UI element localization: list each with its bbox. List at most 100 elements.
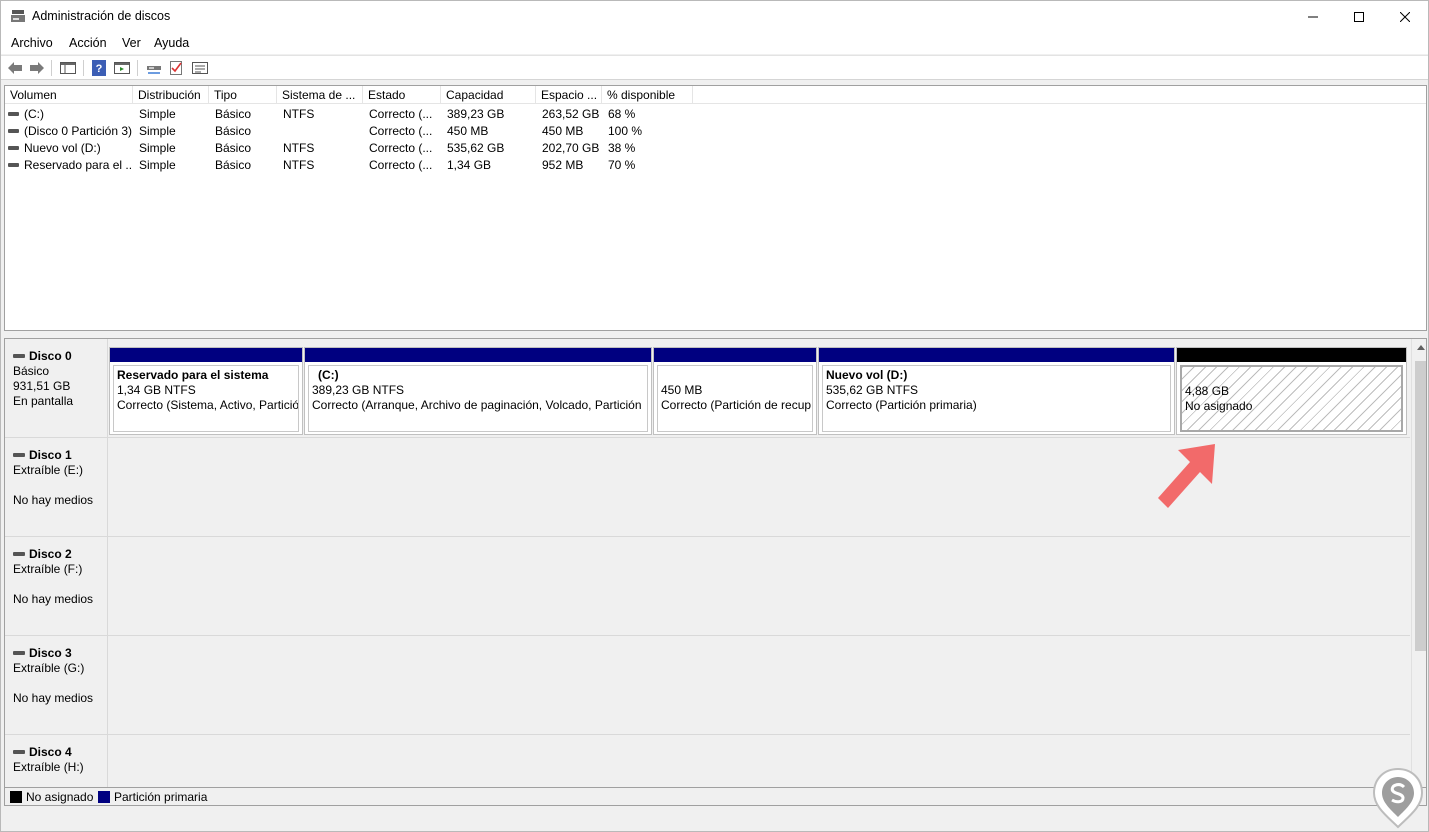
layout-cell: Simple bbox=[139, 124, 176, 138]
properties-button[interactable] bbox=[191, 59, 209, 77]
partition-c[interactable]: (C:) 389,23 GB NTFS Correcto (Arranque, … bbox=[304, 347, 652, 435]
partition-d[interactable]: Nuevo vol (D:) 535,62 GB NTFS Correcto (… bbox=[818, 347, 1175, 435]
back-button[interactable] bbox=[6, 59, 24, 77]
partition-box: Nuevo vol (D:) 535,62 GB NTFS Correcto (… bbox=[822, 365, 1171, 432]
partition-name: (C:) bbox=[318, 368, 339, 382]
partition-name bbox=[661, 368, 812, 383]
disk-1-label[interactable]: Disco 1 Extraíble (E:) No hay medios bbox=[5, 438, 108, 536]
capacity-cell: 389,23 GB bbox=[447, 107, 505, 121]
disk-3-label[interactable]: Disco 3 Extraíble (G:) No hay medios bbox=[5, 636, 108, 734]
table-row[interactable]: (C:) Simple Básico NTFS Correcto (... 38… bbox=[5, 106, 1426, 123]
unallocated-space[interactable]: 4,88 GB No asignado bbox=[1176, 347, 1407, 435]
column-header-free-space[interactable]: Espacio ... bbox=[536, 86, 602, 104]
console-tree-icon bbox=[60, 62, 76, 74]
partition-box: (C:) 389,23 GB NTFS Correcto (Arranque, … bbox=[308, 365, 648, 432]
disk-3-area bbox=[109, 636, 1410, 734]
free-cell: 450 MB bbox=[542, 124, 584, 138]
free-cell: 263,52 GB bbox=[542, 107, 600, 121]
partition-status: Correcto (Partición primaria) bbox=[826, 398, 977, 412]
show-hide-tree-button[interactable] bbox=[59, 59, 77, 77]
disk-type: Extraíble (G:) bbox=[13, 661, 85, 675]
partition-status: Correcto (Partición de recup bbox=[661, 398, 812, 412]
partition-box: Reservado para el sistema 1,34 GB NTFS C… bbox=[113, 365, 299, 432]
status-cell: Correcto (... bbox=[369, 141, 433, 155]
vertical-scrollbar[interactable] bbox=[1411, 339, 1426, 787]
partition-bar bbox=[1177, 348, 1406, 362]
disk-icon bbox=[13, 749, 25, 754]
close-button[interactable] bbox=[1382, 1, 1428, 32]
column-header-layout[interactable]: Distribución bbox=[133, 86, 209, 104]
disk-icon bbox=[13, 452, 25, 457]
partition-size: 389,23 GB NTFS bbox=[312, 383, 405, 397]
disk-row-0: Disco 0 Básico 931,51 GB En pantalla Res… bbox=[5, 339, 1410, 438]
table-row[interactable]: Nuevo vol (D:) Simple Básico NTFS Correc… bbox=[5, 140, 1426, 157]
volume-cell: Reservado para el ... bbox=[8, 157, 132, 174]
fs-cell: NTFS bbox=[283, 158, 315, 172]
capacity-cell: 535,62 GB bbox=[447, 141, 505, 155]
table-row[interactable]: Reservado para el ... Simple Básico NTFS… bbox=[5, 157, 1426, 174]
status-cell: Correcto (... bbox=[369, 124, 433, 138]
title-bar: Administración de discos bbox=[1, 1, 1428, 32]
action-pane-button[interactable] bbox=[113, 59, 131, 77]
forward-button[interactable] bbox=[28, 59, 46, 77]
menu-archivo[interactable]: Archivo bbox=[11, 36, 53, 50]
connect-button[interactable] bbox=[145, 59, 163, 77]
scroll-up-arrow-icon[interactable] bbox=[1417, 345, 1425, 350]
forward-arrow-icon bbox=[30, 62, 44, 74]
column-header-capacity[interactable]: Capacidad bbox=[441, 86, 536, 104]
disk-type: Básico bbox=[13, 364, 50, 378]
partition-status: Correcto (Arranque, Archivo de paginació… bbox=[312, 398, 642, 412]
capacity-cell: 1,34 GB bbox=[447, 158, 492, 172]
volume-cell: (Disco 0 Partición 3) bbox=[8, 123, 132, 140]
column-header-status[interactable]: Estado bbox=[363, 86, 441, 104]
connect-icon bbox=[147, 66, 161, 74]
maximize-button[interactable] bbox=[1336, 1, 1382, 32]
menu-accion[interactable]: Acción bbox=[69, 36, 107, 50]
partition-recovery[interactable]: 450 MB Correcto (Partición de recup bbox=[653, 347, 817, 435]
disk-name: Disco 4 bbox=[13, 745, 107, 760]
column-header-filesystem[interactable]: Sistema de ... bbox=[277, 86, 363, 104]
partition-system-reserved[interactable]: Reservado para el sistema 1,34 GB NTFS C… bbox=[109, 347, 303, 435]
free-cell: 202,70 GB bbox=[542, 141, 600, 155]
column-header-type[interactable]: Tipo bbox=[209, 86, 277, 104]
menu-ver[interactable]: Ver bbox=[122, 36, 141, 50]
table-row[interactable]: (Disco 0 Partición 3) Simple Básico Corr… bbox=[5, 123, 1426, 140]
legend-primary-partition: Partición primaria bbox=[98, 790, 207, 804]
menu-ayuda[interactable]: Ayuda bbox=[154, 36, 189, 50]
scrollbar-thumb[interactable] bbox=[1415, 361, 1426, 651]
partition-name: Nuevo vol (D:) bbox=[826, 368, 908, 382]
disk-0-label[interactable]: Disco 0 Básico 931,51 GB En pantalla bbox=[5, 339, 108, 437]
partition-size: 1,34 GB NTFS bbox=[117, 383, 196, 397]
status-cell: Correcto (... bbox=[369, 107, 433, 121]
properties-icon bbox=[192, 62, 208, 74]
fs-cell: NTFS bbox=[283, 141, 315, 155]
minimize-button[interactable] bbox=[1290, 1, 1336, 32]
legend-swatch-primary bbox=[98, 791, 110, 803]
disk-2-label[interactable]: Disco 2 Extraíble (F:) No hay medios bbox=[5, 537, 108, 635]
disk-4-area bbox=[109, 735, 1410, 787]
toolbar-separator bbox=[51, 60, 52, 76]
rescan-button[interactable] bbox=[167, 59, 185, 77]
volume-list-header: Volumen Distribución Tipo Sistema de ...… bbox=[5, 86, 1426, 104]
disk-name: Disco 1 bbox=[13, 448, 107, 463]
annotation-arrow-icon bbox=[1158, 444, 1215, 508]
volume-cell: (C:) bbox=[8, 106, 132, 123]
help-button[interactable]: ? bbox=[90, 59, 108, 77]
disk-name: Disco 0 bbox=[13, 349, 107, 364]
disk-2-area bbox=[109, 537, 1410, 635]
column-header-volume[interactable]: Volumen bbox=[5, 86, 133, 104]
back-arrow-icon bbox=[8, 62, 22, 74]
disk-media-status: No hay medios bbox=[13, 493, 94, 507]
disk-state: En pantalla bbox=[13, 394, 74, 408]
drive-icon bbox=[8, 162, 19, 167]
partition-status: No asignado bbox=[1185, 399, 1253, 413]
maximize-icon bbox=[1354, 11, 1364, 22]
column-header-percent-free[interactable]: % disponible bbox=[602, 86, 693, 104]
partition-bar bbox=[110, 348, 302, 362]
svg-text:?: ? bbox=[96, 63, 103, 75]
partition-name: Reservado para el sistema bbox=[117, 368, 269, 382]
percent-cell: 70 % bbox=[608, 158, 636, 172]
disk-row-2: Disco 2 Extraíble (F:) No hay medios bbox=[5, 537, 1410, 636]
disk-management-app-icon bbox=[11, 10, 25, 22]
disk-4-label[interactable]: Disco 4 Extraíble (H:) bbox=[5, 735, 108, 787]
